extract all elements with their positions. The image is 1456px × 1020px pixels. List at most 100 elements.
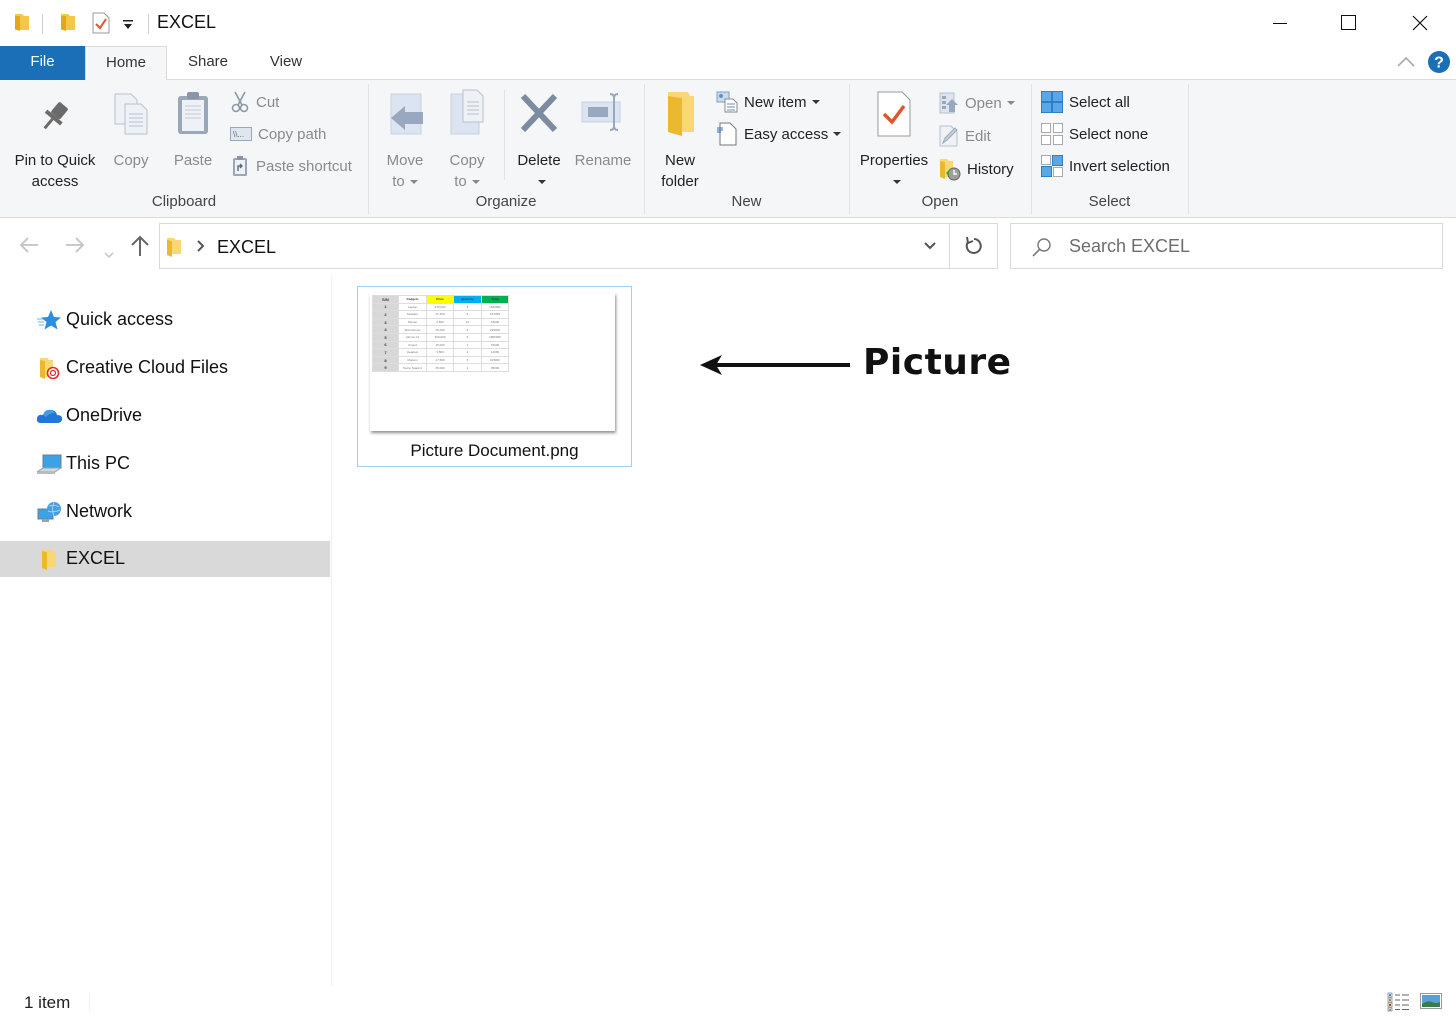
file-item[interactable]: S/N Gadgets Price Quantity Total 1 Laptop 270,… bbox=[357, 286, 632, 467]
open-button[interactable]: Open bbox=[939, 90, 1015, 116]
group-label-new: New bbox=[731, 193, 762, 210]
copy-label: Copy bbox=[113, 152, 149, 169]
status-separator bbox=[89, 994, 90, 1012]
select-none-label: Select none bbox=[1069, 125, 1149, 143]
maximize-button[interactable] bbox=[1314, 0, 1384, 46]
refresh-button[interactable] bbox=[950, 224, 998, 268]
easy-access-button[interactable]: Easy access bbox=[716, 121, 842, 147]
tab-home[interactable]: Home bbox=[85, 46, 167, 81]
thumbnail-header-row: S/N Gadgets Price Quantity Total bbox=[372, 295, 509, 304]
breadcrumb-item[interactable]: EXCEL bbox=[217, 237, 276, 258]
thumbnail-cell: 6 bbox=[453, 302, 482, 312]
thumbnail-cell: Speaker bbox=[398, 310, 427, 319]
group-separator bbox=[1188, 84, 1189, 214]
select-all-button[interactable]: Select all bbox=[1041, 89, 1130, 115]
thumbnail-table-row: 6 Airpod 15,000 1 15000 bbox=[372, 340, 509, 350]
new-folder-button[interactable]: New folder bbox=[652, 88, 708, 192]
thumbnail-cell: 1 bbox=[372, 302, 399, 312]
annotation-arrow-icon bbox=[700, 355, 850, 375]
paste-shortcut-icon bbox=[230, 155, 250, 177]
sidebar-item-excel[interactable]: EXCEL bbox=[0, 541, 330, 577]
dropdown-caret-icon bbox=[1006, 101, 1015, 105]
thumbnail-cell: 1800000 bbox=[481, 332, 509, 342]
thumbnail-table-row: 2 Speaker 17,450 9 157050 bbox=[372, 310, 509, 319]
breadcrumb-chevron-icon[interactable] bbox=[196, 239, 206, 258]
title-bar: EXCEL bbox=[0, 0, 1456, 46]
sidebar-item-onedrive[interactable]: OneDrive bbox=[0, 398, 330, 434]
pin-label-line1: Pin to Quick bbox=[14, 152, 96, 169]
properties-icon bbox=[856, 88, 932, 146]
thumbnail-cell: 9 bbox=[453, 310, 482, 319]
thumbnail-cell: 2 bbox=[372, 310, 399, 319]
search-input[interactable] bbox=[1069, 236, 1429, 257]
new-item-button[interactable]: New item bbox=[716, 89, 820, 115]
help-icon[interactable]: ? bbox=[1427, 50, 1451, 79]
move-to-button[interactable]: Move to bbox=[380, 88, 430, 192]
close-button[interactable] bbox=[1385, 0, 1455, 46]
sidebar-item-creative-cloud-files[interactable]: Creative Cloud Files bbox=[0, 350, 330, 386]
thumbnail-cell: 8 bbox=[372, 355, 399, 365]
open-icon bbox=[939, 92, 959, 114]
details-view-icon[interactable] bbox=[1387, 992, 1411, 1017]
sidebar-item-network[interactable]: Network bbox=[0, 494, 330, 530]
paste-shortcut-button[interactable]: Paste shortcut bbox=[230, 153, 352, 179]
sidebar-label: Creative Cloud Files bbox=[66, 357, 229, 377]
delete-button[interactable]: Delete bbox=[512, 88, 566, 192]
thumbnail-cell: Laptop bbox=[398, 302, 427, 312]
back-button[interactable] bbox=[18, 234, 40, 262]
sidebar-label: Network bbox=[66, 501, 133, 521]
copy-to-label-line1: Copy bbox=[449, 152, 485, 169]
sidebar-item-this-pc[interactable]: This PC bbox=[0, 446, 330, 482]
address-history-dropdown[interactable] bbox=[910, 224, 950, 268]
history-button[interactable]: History bbox=[939, 156, 1014, 182]
edit-icon bbox=[939, 125, 959, 147]
invert-selection-button[interactable]: Invert selection bbox=[1041, 153, 1170, 179]
address-bar[interactable]: EXCEL bbox=[159, 223, 998, 269]
paste-button[interactable]: Paste bbox=[166, 88, 220, 171]
large-icons-view-icon[interactable] bbox=[1420, 993, 1442, 1014]
copy-button[interactable]: Copy bbox=[105, 88, 157, 171]
thumbnail-cell: 4 bbox=[453, 348, 482, 357]
sidebar-item-quick-access[interactable]: Quick access bbox=[0, 302, 330, 338]
minimize-button[interactable] bbox=[1245, 0, 1315, 46]
thumbnail-cell: 9 bbox=[453, 325, 482, 334]
thumbnail-cell: Microphone bbox=[398, 325, 427, 334]
up-button[interactable] bbox=[129, 234, 151, 264]
recent-locations-dropdown[interactable] bbox=[103, 240, 115, 266]
cut-button[interactable]: Cut bbox=[230, 89, 279, 115]
minimize-icon bbox=[1273, 23, 1287, 24]
file-thumbnail: S/N Gadgets Price Quantity Total 1 Laptop 270,… bbox=[370, 293, 615, 431]
invert-selection-label: Invert selection bbox=[1069, 157, 1170, 175]
minimize-ribbon-chevron-icon[interactable] bbox=[1397, 55, 1415, 73]
thumbnail-cell: 105000 bbox=[481, 355, 509, 365]
delete-x-icon bbox=[512, 88, 566, 146]
select-none-button[interactable]: Select none bbox=[1041, 121, 1148, 147]
properties-quick-icon[interactable] bbox=[92, 12, 110, 39]
open-label: Open bbox=[965, 94, 1002, 112]
search-box[interactable] bbox=[1010, 223, 1443, 269]
new-folder-icon bbox=[652, 88, 708, 146]
group-inner-separator bbox=[504, 90, 505, 180]
edit-button[interactable]: Edit bbox=[939, 123, 991, 149]
thumbnail-cell: 35,000 bbox=[426, 363, 454, 372]
customize-quick-access-dropdown-icon[interactable] bbox=[122, 18, 134, 36]
tab-view[interactable]: View bbox=[252, 46, 320, 80]
properties-button[interactable]: Properties bbox=[856, 88, 932, 192]
forward-button[interactable] bbox=[64, 234, 86, 262]
item-count: 1 item bbox=[24, 993, 71, 1012]
copy-path-button[interactable]: \\... Copy path bbox=[230, 121, 326, 147]
thumbnail-cell: 9 bbox=[372, 363, 399, 372]
thumbnail-cell: 3,500 bbox=[426, 348, 454, 357]
copy-path-icon: \\... bbox=[230, 127, 252, 141]
rename-button[interactable]: Rename bbox=[572, 88, 634, 171]
copy-to-button[interactable]: Copy to bbox=[442, 88, 492, 192]
pin-to-quick-access-button[interactable]: Pin to Quick access bbox=[8, 88, 102, 192]
thumbnail-cell: 6 bbox=[453, 332, 482, 342]
new-folder-quick-icon[interactable] bbox=[60, 12, 76, 37]
forward-arrow-icon bbox=[66, 237, 85, 253]
tab-share[interactable]: Share bbox=[172, 46, 244, 80]
sidebar-label: EXCEL bbox=[66, 548, 126, 568]
thumbnail-cell: 25,000 bbox=[426, 325, 454, 334]
chevron-down-icon bbox=[104, 252, 114, 259]
tab-file[interactable]: File bbox=[0, 46, 85, 80]
